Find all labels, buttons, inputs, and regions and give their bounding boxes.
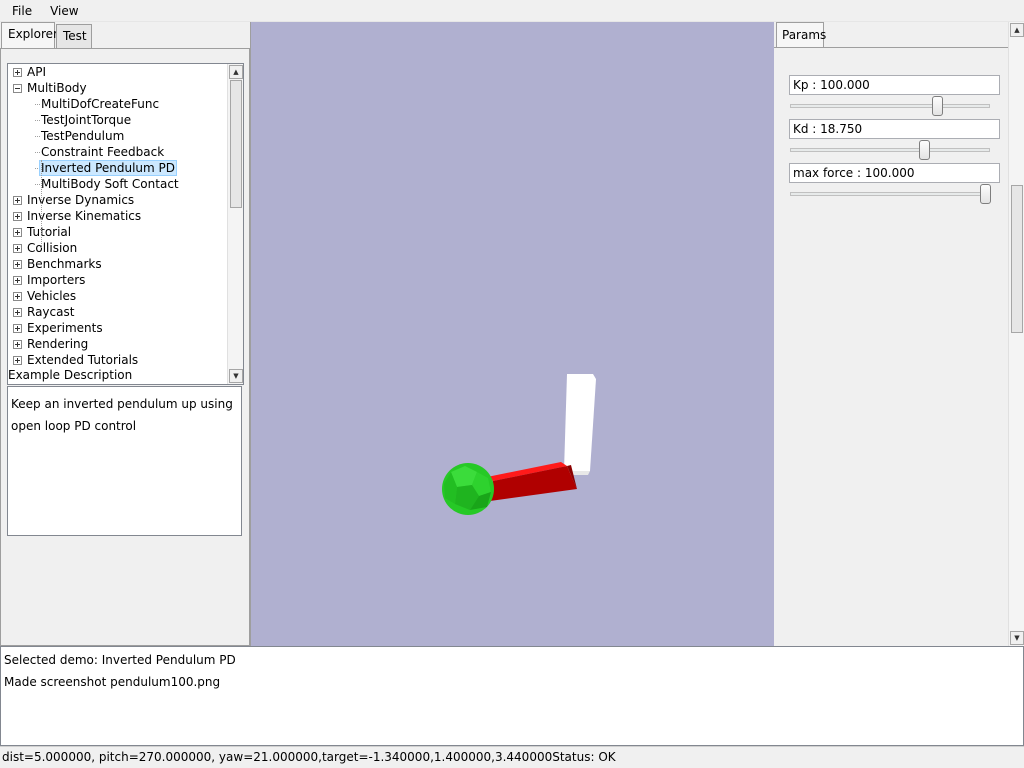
max-force-slider-track[interactable] — [790, 192, 990, 196]
pendulum-link — [487, 462, 577, 501]
status-bar: dist=5.000000, pitch=270.000000, yaw=21.… — [0, 746, 1024, 768]
tree-branch-line — [35, 136, 40, 137]
max-force-slider-handle[interactable] — [980, 184, 991, 204]
tree-item[interactable]: API — [8, 64, 228, 80]
tree-item[interactable]: TestPendulum — [8, 128, 228, 144]
tree-item-label: Inverse Kinematics — [27, 209, 142, 223]
params-body: Kp : 100.000 Kd : 18.750 max force : 100… — [774, 47, 1008, 646]
tree-item-label: Collision — [27, 241, 78, 255]
tree-branch-line — [35, 120, 40, 121]
expand-plus-icon[interactable] — [13, 260, 22, 269]
expand-plus-icon[interactable] — [13, 324, 22, 333]
expand-plus-icon[interactable] — [13, 228, 22, 237]
scroll-down-icon[interactable]: ▼ — [229, 369, 243, 383]
tree-item-label: Importers — [27, 273, 86, 287]
menubar: File View — [0, 0, 1024, 22]
tree-item-label: Experiments — [27, 321, 103, 335]
tab-test[interactable]: Test — [56, 24, 92, 48]
tree-item-label: Inverted Pendulum PD — [39, 160, 178, 176]
scroll-up-icon[interactable]: ▲ — [229, 65, 243, 79]
kp-slider-handle[interactable] — [932, 96, 943, 116]
tree-item-label: Rendering — [27, 337, 89, 351]
expand-plus-icon[interactable] — [13, 276, 22, 285]
example-tree: API MultiBody MultiDofCreateFunc TestJointT… — [7, 63, 244, 385]
expand-plus-icon[interactable] — [13, 212, 22, 221]
kp-field[interactable]: Kp : 100.000 — [789, 75, 1000, 95]
scroll-up-icon[interactable]: ▲ — [1010, 23, 1024, 37]
tree-item-label: MultiBody — [27, 81, 87, 95]
pendulum-base-sphere — [442, 463, 494, 515]
tree-item-label: MultiBody Soft Contact — [41, 177, 179, 191]
expand-plus-icon[interactable] — [13, 196, 22, 205]
tree-item[interactable]: Extended Tutorials — [8, 352, 228, 368]
tree-item-label: MultiDofCreateFunc — [41, 97, 160, 111]
tree-item[interactable]: Raycast — [8, 304, 228, 320]
log-line: Made screenshot pendulum100.png — [4, 675, 221, 689]
tree-item[interactable]: Vehicles — [8, 288, 228, 304]
collapse-minus-icon[interactable] — [13, 84, 22, 93]
menu-file[interactable]: File — [6, 0, 38, 22]
tree-item[interactable]: Experiments — [8, 320, 228, 336]
kp-slider-track[interactable] — [790, 104, 990, 108]
tree-branch-line — [35, 184, 40, 185]
scene-render — [442, 374, 596, 515]
description-line: open loop PD control — [11, 419, 137, 433]
log-output[interactable]: Selected demo: Inverted Pendulum PD Made… — [0, 646, 1024, 746]
description-line: Keep an inverted pendulum up using — [11, 397, 233, 411]
3d-viewport[interactable] — [251, 22, 774, 646]
expand-plus-icon[interactable] — [13, 340, 22, 349]
tree-scrollbar[interactable]: ▲ ▼ — [227, 64, 243, 384]
tree-item-label: Inverse Dynamics — [27, 193, 135, 207]
tab-explorer[interactable]: Explorer — [1, 22, 58, 49]
expand-plus-icon[interactable] — [13, 68, 22, 77]
tree-item-label: Extended Tutorials — [27, 353, 139, 367]
tree-item-label: Tutorial — [27, 225, 72, 239]
tree-scroll-thumb[interactable] — [230, 80, 242, 208]
expand-plus-icon[interactable] — [13, 356, 22, 365]
explorer-tabs: Explorer Test — [0, 22, 250, 49]
kd-field[interactable]: Kd : 18.750 — [789, 119, 1000, 139]
tree-branch-line — [35, 152, 40, 153]
tree-item-label: TestJointTorque — [41, 113, 132, 127]
tree-item[interactable]: Importers — [8, 272, 228, 288]
tree-guide-line — [41, 160, 42, 248]
tree-item[interactable]: TestJointTorque — [8, 112, 228, 128]
tab-params[interactable]: Params — [776, 22, 826, 48]
explorer-panel: Explorer Test API MultiBody MultiDofCreate… — [0, 22, 251, 646]
tree-item-label: Benchmarks — [27, 257, 102, 271]
status-text: dist=5.000000, pitch=270.000000, yaw=21.… — [2, 750, 616, 764]
params-panel: Params Kp : 100.000 Kd : 18.750 max forc… — [774, 22, 1024, 646]
tree-item-label: Constraint Feedback — [41, 145, 165, 159]
expand-plus-icon[interactable] — [13, 308, 22, 317]
tree-item[interactable]: Rendering — [8, 336, 228, 352]
tree-item-label: API — [27, 65, 46, 79]
description-box: Keep an inverted pendulum up using open … — [7, 386, 242, 536]
tree-item[interactable]: Constraint Feedback — [8, 144, 228, 160]
log-line: Selected demo: Inverted Pendulum PD — [4, 653, 236, 667]
tree-item[interactable]: Benchmarks — [8, 256, 228, 272]
tree-item-label: Vehicles — [27, 289, 77, 303]
tree-item-label: TestPendulum — [41, 129, 125, 143]
scroll-down-icon[interactable]: ▼ — [1010, 631, 1024, 645]
pendulum-pole — [563, 374, 596, 475]
max-force-field[interactable]: max force : 100.000 — [789, 163, 1000, 183]
tree-branch-line — [35, 104, 40, 105]
menu-view[interactable]: View — [44, 0, 84, 22]
tree-item[interactable]: MultiBody — [8, 80, 228, 96]
tree-item-label: Raycast — [27, 305, 75, 319]
expand-plus-icon[interactable] — [13, 244, 22, 253]
kd-slider-handle[interactable] — [919, 140, 930, 160]
expand-plus-icon[interactable] — [13, 292, 22, 301]
tree-item[interactable]: MultiDofCreateFunc — [8, 96, 228, 112]
description-label: Example Description — [8, 368, 133, 382]
params-scrollbar[interactable]: ▲ ▼ — [1008, 22, 1024, 646]
kd-slider-track[interactable] — [790, 148, 990, 152]
params-scroll-thumb[interactable] — [1011, 185, 1023, 333]
